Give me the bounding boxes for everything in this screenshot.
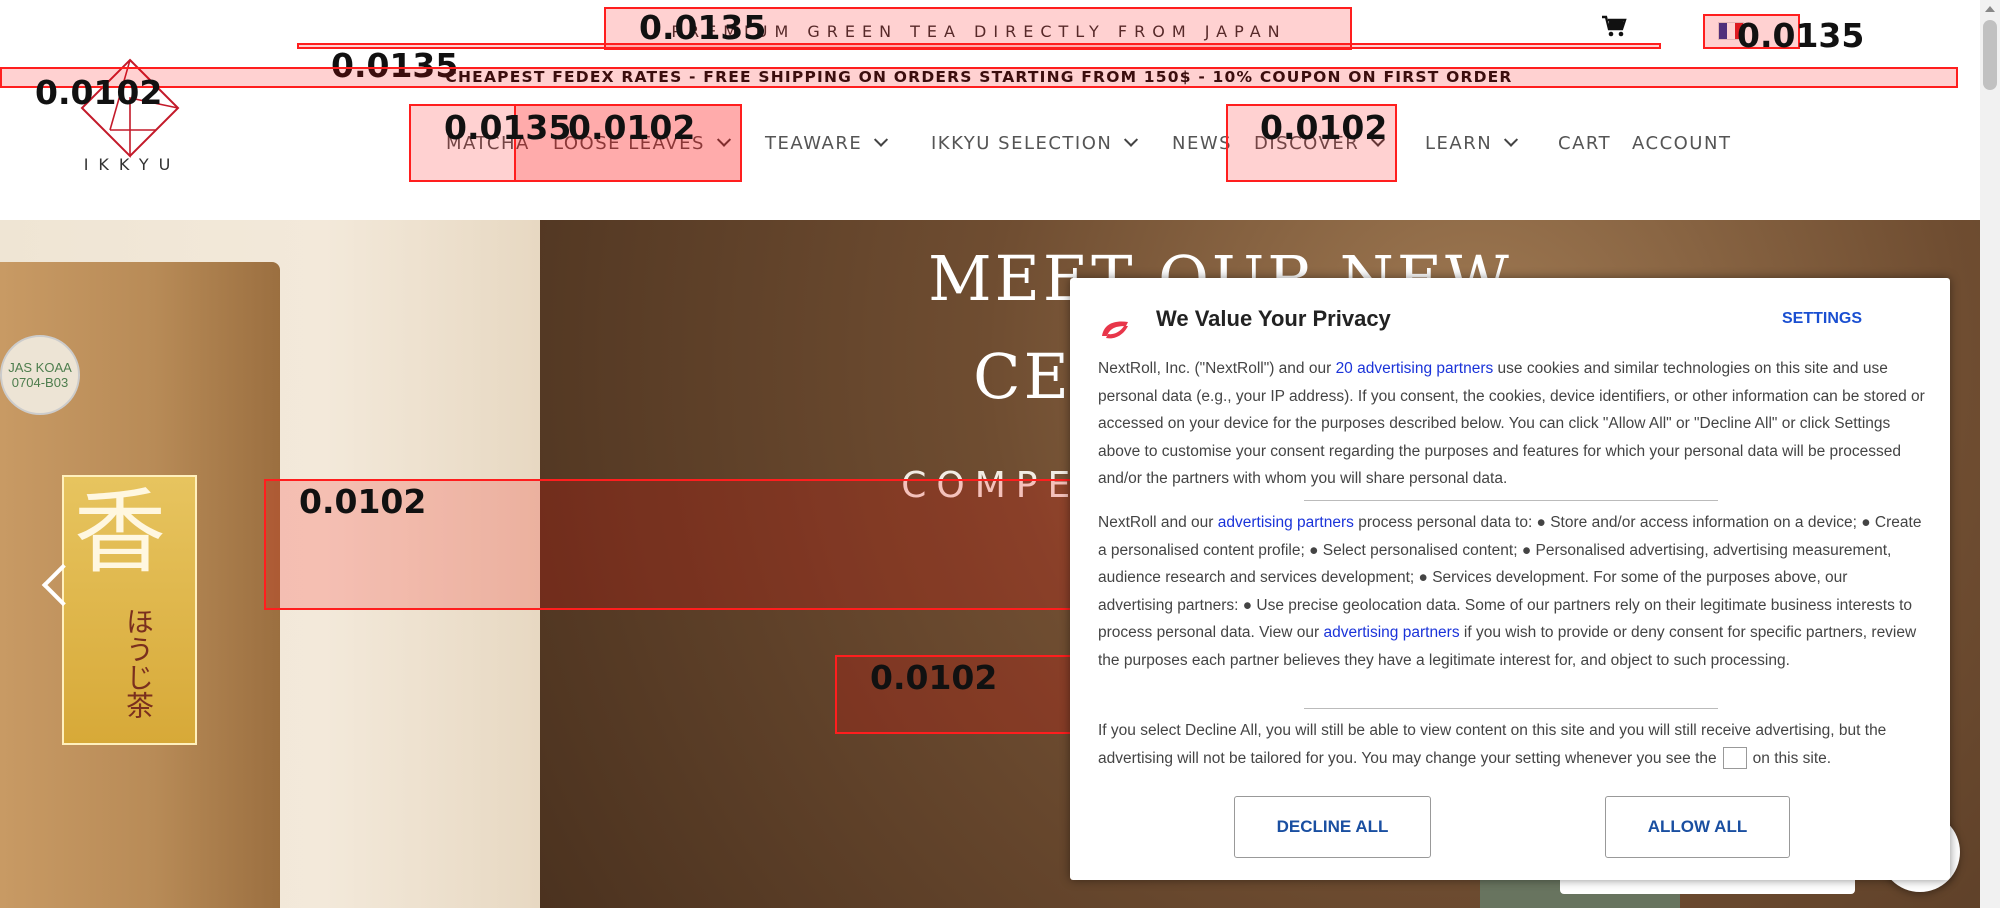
allow-all-button[interactable]: ALLOW ALL [1605, 796, 1790, 858]
tea-bag-label: 香 ほうじ茶 [62, 475, 197, 745]
annotation-box [297, 43, 1661, 49]
label-kanji: 香 [74, 479, 167, 586]
nav-label: TEAWARE [765, 133, 863, 154]
label-subtext: ほうじ茶 [123, 607, 154, 719]
scroll-up-arrow-icon[interactable] [1985, 6, 1995, 12]
settings-link[interactable]: SETTINGS [1782, 310, 1862, 328]
cookie-consent-dialog: We Value Your Privacy SETTINGS NextRoll,… [1070, 278, 1950, 880]
decline-all-button[interactable]: DECLINE ALL [1234, 796, 1431, 858]
chevron-down-icon [1504, 132, 1519, 147]
logo-wordmark: IKKYU [83, 155, 181, 174]
page-scrollbar[interactable] [1980, 0, 2000, 908]
paragraph-text: process personal data to: ● Store and/or… [1098, 514, 1922, 641]
annotation-label: 0.0102 [1260, 108, 1388, 147]
paragraph-text: NextRoll, Inc. ("NextRoll") and our [1098, 360, 1336, 377]
consent-paragraph-1: NextRoll, Inc. ("NextRoll") and our 20 a… [1098, 355, 1926, 493]
nav-item-teaware[interactable]: TEAWARE [765, 132, 889, 154]
annotation-label: 0.0135 [444, 108, 572, 147]
nav-item-learn[interactable]: LEARN [1425, 132, 1519, 154]
advertising-partners-link[interactable]: advertising partners [1323, 624, 1459, 641]
annotation-label: 0.0102 [35, 73, 163, 112]
scroll-thumb[interactable] [1983, 20, 1997, 90]
consent-paragraph-2: NextRoll and our advertising partners pr… [1098, 509, 1926, 674]
nav-item-cart[interactable]: CART [1558, 133, 1611, 154]
annotation-label: 0.0102 [568, 108, 696, 147]
nav-item-ikkyu-selection[interactable]: IKKYU SELECTION [931, 132, 1139, 154]
privacy-settings-icon[interactable] [1722, 747, 1747, 770]
chevron-down-icon [1124, 132, 1139, 147]
nav-label: IKKYU SELECTION [931, 133, 1113, 154]
paragraph-text: on this site. [1752, 749, 1832, 767]
nav-label: NEWS [1172, 133, 1233, 154]
nav-item-news[interactable]: NEWS [1172, 133, 1232, 154]
annotation-label: 0.0102 [870, 658, 998, 697]
annotation-label: 0.0135 [1737, 16, 1865, 55]
divider [1304, 708, 1718, 709]
partners-link[interactable]: 20 advertising partners [1336, 360, 1494, 377]
nextroll-logo-icon [1102, 321, 1128, 339]
dialog-title: We Value Your Privacy [1156, 306, 1391, 331]
advertising-partners-link[interactable]: advertising partners [1218, 514, 1354, 531]
paragraph-text: NextRoll and our [1098, 514, 1218, 531]
nav-label: LEARN [1425, 133, 1493, 154]
annotation-label: 0.0102 [299, 482, 427, 521]
chevron-down-icon [874, 132, 889, 147]
paragraph-text: use cookies and similar technologies on … [1098, 360, 1925, 487]
cart-icon[interactable] [1601, 15, 1627, 39]
nav-item-account[interactable]: ACCOUNT [1632, 133, 1731, 154]
annotation-box [0, 67, 1958, 88]
nav-label: CART [1558, 133, 1612, 154]
nav-label: ACCOUNT [1632, 133, 1732, 154]
consent-paragraph-3: If you select Decline All, you will stil… [1098, 717, 1926, 772]
annotation-label: 0.0135 [639, 8, 767, 47]
jas-seal: JAS KOAA 0704-B03 [0, 335, 80, 415]
divider [1304, 500, 1718, 501]
